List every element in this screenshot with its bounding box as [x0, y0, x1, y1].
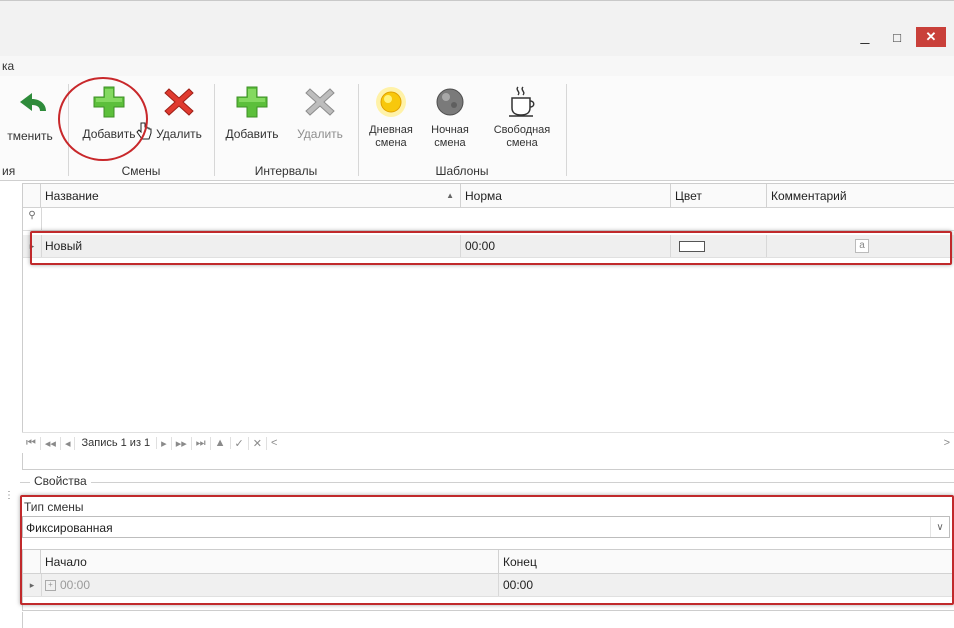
cancel-edit-button[interactable]: ✕ [249, 436, 267, 450]
column-header-norm[interactable]: Норма [461, 184, 671, 208]
row-indicator-header [23, 184, 41, 208]
undo-arrow-icon [10, 84, 50, 124]
gray-x-icon [300, 82, 340, 122]
properties-caption: Свойства [30, 474, 91, 488]
coffee-cup-icon [502, 82, 542, 122]
first-record-button[interactable]: ⏮ [22, 436, 41, 450]
sort-ascending-icon: ▲ [446, 191, 454, 200]
filter-icon: ⚲ [23, 208, 42, 230]
add-interval-button[interactable]: Добавить [220, 82, 284, 141]
scroll-left-button[interactable]: < [267, 437, 281, 449]
next-page-button[interactable]: ▸▸ [172, 436, 192, 450]
scroll-right-button[interactable]: > [944, 437, 954, 449]
column-header-name[interactable]: Название ▲ [41, 184, 461, 208]
next-record-button[interactable]: ▸ [157, 436, 172, 450]
maximize-button[interactable]: □ [884, 27, 910, 47]
group-label-intervals: Интервалы [254, 164, 318, 178]
ribbon-tab[interactable]: ка [0, 59, 14, 73]
prev-record-button[interactable]: ◂ [61, 436, 76, 450]
delete-interval-button[interactable]: Удалить [290, 82, 350, 141]
free-shift-button[interactable]: Свободная смена [484, 82, 560, 150]
window-titlebar: _ □ ✕ [0, 0, 954, 57]
ribbon-separator [214, 84, 215, 176]
shifts-grid: Название ▲ Норма Цвет Комментарий ⚲ ▸ Но… [22, 183, 954, 470]
ribbon-separator [566, 84, 567, 176]
column-header-color[interactable]: Цвет [671, 184, 767, 208]
day-shift-button[interactable]: Дневная смена [364, 82, 418, 150]
group-label-shifts: Смены [121, 164, 161, 178]
cancel-button[interactable]: тменить [0, 84, 62, 143]
column-header-comment[interactable]: Комментарий [767, 184, 954, 208]
highlight-properties-box [20, 495, 954, 605]
bottom-panel-edge [22, 612, 954, 628]
highlight-row-box [30, 231, 952, 265]
sun-icon [371, 82, 411, 122]
night-shift-button[interactable]: Ночная смена [426, 82, 474, 150]
delete-shift-button[interactable]: Удалить [150, 82, 208, 141]
append-record-button[interactable]: ▲ [211, 437, 231, 449]
ribbon-separator [358, 84, 359, 176]
red-x-icon [159, 82, 199, 122]
moon-icon [430, 82, 470, 122]
group-label-clipboard: ия [2, 164, 16, 178]
close-button[interactable]: ✕ [916, 27, 946, 47]
grid-navigator: ⏮ ◂◂ ◂ Запись 1 из 1 ▸ ▸▸ ⏭ ▲ ✓ ✕ < > [22, 432, 954, 453]
prev-page-button[interactable]: ◂◂ [41, 436, 61, 450]
window-controls: _ □ ✕ [852, 27, 946, 47]
ribbon-tab-bar: ка [0, 56, 954, 77]
last-record-button[interactable]: ⏭ [192, 436, 211, 450]
green-plus-icon [232, 82, 272, 122]
minimize-button[interactable]: _ [852, 27, 878, 47]
group-label-templates: Шаблоны [435, 164, 489, 178]
record-counter: Запись 1 из 1 [75, 437, 158, 449]
end-edit-button[interactable]: ✓ [231, 436, 249, 450]
properties-divider [20, 482, 954, 483]
highlight-circle [58, 77, 148, 161]
splitter-grip-icon[interactable]: ⋮ [4, 491, 14, 509]
auto-filter-row[interactable]: ⚲ [23, 208, 954, 231]
